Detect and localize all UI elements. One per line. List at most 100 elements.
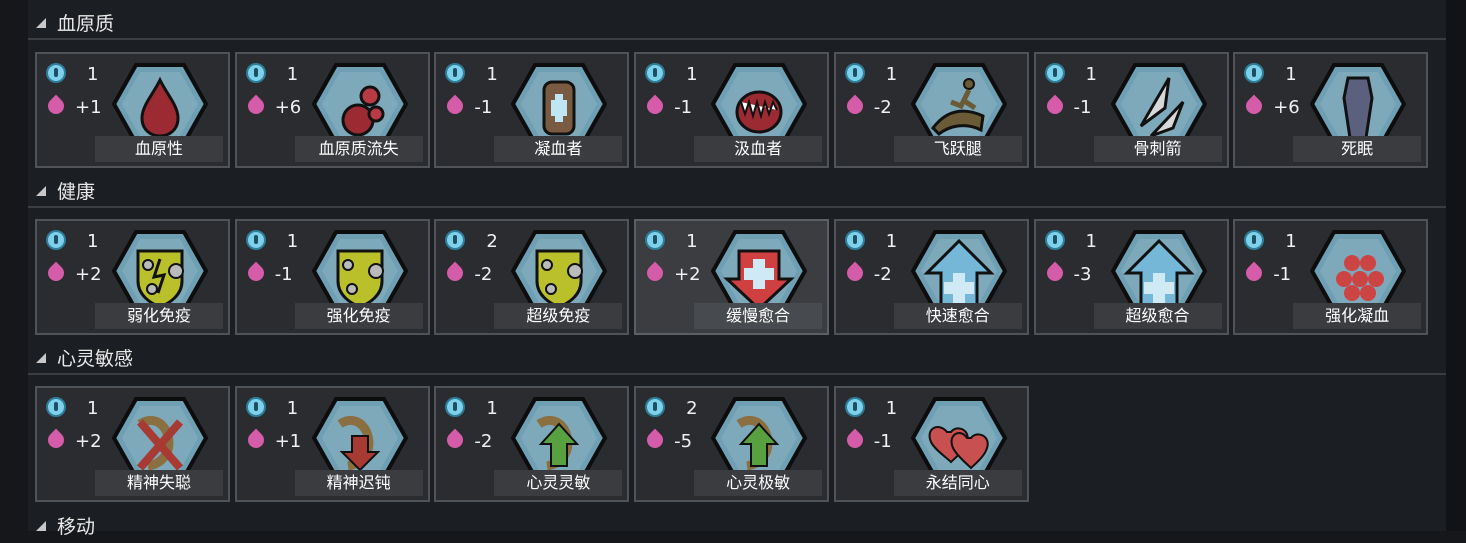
complexity-value: 1	[1085, 231, 1097, 252]
complexity-value: 1	[286, 398, 299, 419]
gene-panel: 血原质 健康 心灵敏感 移动 1 +1 血原性 1 +6 血原质流失 1 -1 凝血者 1 -1 汲血…	[28, 0, 1446, 538]
gene-name: 强化凝血	[1293, 303, 1422, 329]
gene-name: 血原性	[95, 136, 223, 162]
gene-card[interactable]: 1 +6 死眠	[1233, 52, 1429, 168]
gene-name: 永结同心	[893, 470, 1022, 496]
gene-card[interactable]: 1 -2 飞跃腿	[833, 52, 1029, 168]
collapse-arrow-icon[interactable]	[36, 353, 46, 363]
gene-name: 飞跃腿	[893, 136, 1022, 162]
gene-card[interactable]: 1 -1 强化凝血	[1233, 219, 1429, 335]
complexity-icon	[245, 63, 266, 83]
complexity-value: 1	[286, 231, 299, 252]
gene-name: 精神迟钝	[294, 470, 423, 496]
metabolism-value: -1	[474, 97, 493, 118]
super-healing-icon	[1110, 229, 1207, 313]
metabolism-icon	[244, 94, 268, 118]
complexity-value: 1	[885, 231, 898, 252]
gene-card[interactable]: 1 -2 快速愈合	[833, 219, 1029, 335]
section-title: 健康	[57, 181, 96, 203]
metabolism-icon	[643, 428, 667, 452]
complexity-icon	[46, 397, 66, 417]
metabolism-value: -1	[274, 264, 293, 285]
gene-name: 血原质流失	[294, 136, 423, 162]
gene-card[interactable]: 1 -1 骨刺箭	[1033, 52, 1229, 168]
complexity-value: 1	[87, 64, 99, 85]
complexity-value: 1	[686, 64, 698, 85]
super-immunity-icon	[511, 229, 608, 313]
psychically-deaf-icon	[111, 396, 209, 480]
complexity-icon	[445, 63, 466, 83]
section-title: 移动	[57, 516, 96, 538]
metabolism-value: -2	[474, 431, 493, 452]
metabolism-icon	[444, 428, 467, 452]
metabolism-value: -2	[873, 264, 892, 285]
collapse-arrow-icon[interactable]	[36, 18, 46, 28]
collapse-arrow-icon[interactable]	[36, 521, 46, 531]
psychically-hypersensitive-icon	[710, 396, 808, 480]
metabolism-value: +2	[674, 264, 701, 285]
section-title: 血原质	[57, 13, 115, 35]
metabolism-value: +2	[75, 431, 102, 452]
complexity-value: 1	[87, 398, 99, 419]
complexity-icon	[645, 63, 666, 83]
metabolism-icon	[244, 261, 268, 285]
gene-card[interactable]: 1 +2 弱化免疫	[35, 219, 230, 335]
hearts-icon	[910, 396, 1008, 480]
blood-drop-icon	[111, 62, 209, 146]
gene-card[interactable]: 1 -1 汲血者	[634, 52, 830, 168]
metabolism-value: -1	[873, 431, 892, 452]
scrollbar-track[interactable]	[1446, 0, 1466, 531]
metabolism-value: -5	[674, 431, 693, 452]
section-header-psychic[interactable]: 心灵敏感	[28, 337, 1446, 375]
complexity-icon	[1044, 63, 1065, 83]
metabolism-icon	[843, 261, 867, 285]
metabolism-icon	[1242, 261, 1266, 285]
metabolism-icon	[44, 261, 68, 285]
gene-name: 强化免疫	[294, 303, 423, 329]
metabolism-icon	[244, 428, 268, 452]
gene-card[interactable]: 1 +2 缓慢愈合	[634, 219, 830, 335]
gene-card[interactable]: 1 -2 心灵灵敏	[434, 386, 630, 502]
metabolism-icon	[444, 261, 467, 285]
gene-card[interactable]: 1 -1 永结同心	[833, 386, 1029, 502]
psychically-sensitive-icon	[511, 396, 608, 480]
leaping-legs-icon	[910, 62, 1008, 146]
metabolism-value: -1	[1073, 97, 1092, 118]
complexity-icon	[245, 230, 266, 250]
metabolism-icon	[843, 428, 867, 452]
section-header-hemogen[interactable]: 血原质	[28, 2, 1446, 40]
gene-card[interactable]: 1 +1 血原性	[35, 52, 230, 168]
metabolism-icon	[44, 428, 68, 452]
gene-card[interactable]: 1 +6 血原质流失	[234, 52, 430, 168]
fangs-icon	[710, 62, 808, 146]
gene-card[interactable]: 1 -1 凝血者	[434, 52, 630, 168]
complexity-value: 1	[486, 398, 498, 419]
gene-name: 超级免疫	[494, 303, 623, 329]
gene-card[interactable]: 1 +1 精神迟钝	[234, 386, 430, 502]
metabolism-value: -3	[1073, 264, 1092, 285]
section-header-health[interactable]: 健康	[28, 170, 1446, 208]
metabolism-value: -2	[873, 97, 892, 118]
complexity-value: 2	[486, 231, 498, 252]
section-header-movement[interactable]: 移动	[28, 505, 1446, 543]
gene-name: 心灵极敏	[694, 470, 823, 496]
metabolism-icon	[1043, 94, 1066, 118]
complexity-icon	[445, 230, 466, 250]
complexity-value: 1	[1285, 64, 1297, 85]
collapse-arrow-icon[interactable]	[36, 186, 46, 196]
strong-immunity-icon	[311, 229, 408, 313]
gene-card[interactable]: 2 -2 超级免疫	[434, 219, 630, 335]
complexity-icon	[46, 63, 66, 83]
complexity-icon	[645, 397, 666, 417]
gene-card[interactable]: 1 -1 强化免疫	[234, 219, 430, 335]
complexity-icon	[844, 63, 865, 83]
complexity-icon	[844, 397, 865, 417]
gene-name: 缓慢愈合	[694, 303, 823, 329]
fast-healing-icon	[910, 229, 1008, 313]
metabolism-icon	[1043, 261, 1066, 285]
gene-card[interactable]: 2 -5 心灵极敏	[634, 386, 830, 502]
complexity-value: 1	[885, 398, 898, 419]
complexity-icon	[1044, 230, 1065, 250]
gene-card[interactable]: 1 -3 超级愈合	[1033, 219, 1229, 335]
gene-card[interactable]: 1 +2 精神失聪	[35, 386, 230, 502]
